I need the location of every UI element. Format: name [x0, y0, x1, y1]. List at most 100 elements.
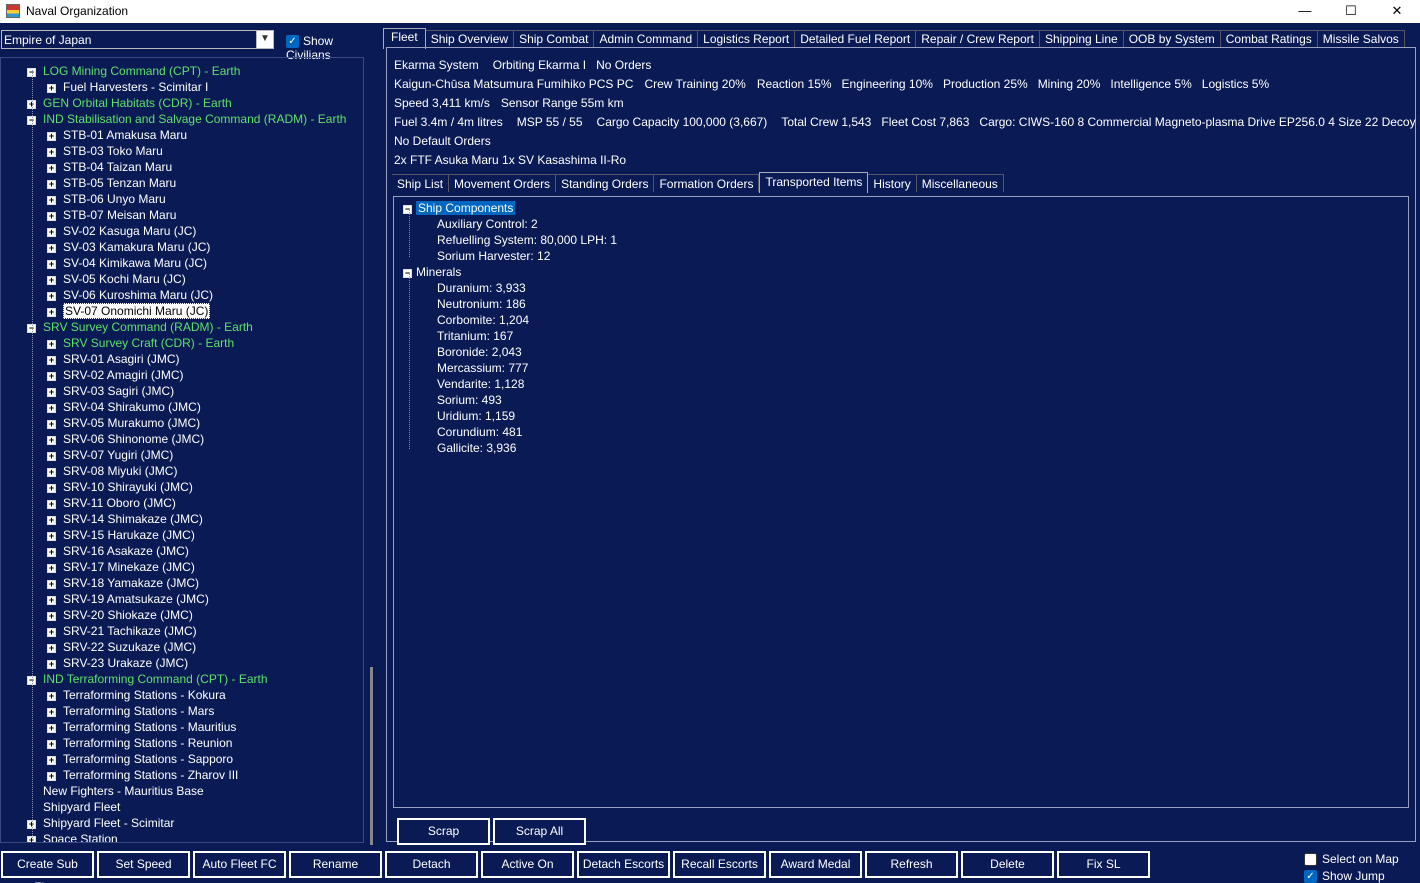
tab-ship-combat[interactable]: Ship Combat — [514, 30, 595, 48]
tree-node[interactable]: + SRV-06 Shinonome (JMC) — [47, 431, 204, 447]
expand-icon[interactable]: + — [47, 708, 56, 717]
tree-node[interactable]: + SRV-16 Asakaze (JMC) — [47, 543, 189, 559]
expand-icon[interactable]: + — [47, 516, 56, 525]
button-recall-escorts[interactable]: Recall Escorts — [673, 851, 766, 878]
tree-node[interactable]: + SRV-07 Yugiri (JMC) — [47, 447, 173, 463]
subtab-history[interactable]: History — [868, 174, 917, 192]
expand-icon[interactable]: + — [47, 292, 56, 301]
tree-node[interactable]: + SV-02 Kasuga Maru (JC) — [47, 223, 196, 239]
expand-icon[interactable]: + — [47, 356, 56, 365]
tree-node[interactable]: + SRV Survey Craft (CDR) - Earth — [47, 335, 234, 351]
checkbox-checked-icon[interactable]: ✓ — [1304, 870, 1317, 883]
subtab-ship-list[interactable]: Ship List — [392, 174, 450, 192]
expand-icon[interactable]: + — [47, 548, 56, 557]
tree-node[interactable]: + SRV-03 Sagiri (JMC) — [47, 383, 174, 399]
tree-node[interactable]: + SRV-04 Shirakumo (JMC) — [47, 399, 201, 415]
item-entry[interactable]: Vendarite: 1,128 — [437, 376, 524, 392]
tree-node[interactable]: + SV-04 Kimikawa Maru (JC) — [47, 255, 207, 271]
button-auto-fleet-fc[interactable]: Auto Fleet FC — [193, 851, 286, 878]
tree-node[interactable]: + SRV-10 Shirayuki (JMC) — [47, 479, 193, 495]
item-entry[interactable]: Corbomite: 1,204 — [437, 312, 529, 328]
tab-shipping-line[interactable]: Shipping Line — [1039, 30, 1124, 48]
button-detach-escorts[interactable]: Detach Escorts — [577, 851, 670, 878]
tree-node[interactable]: + Terraforming Stations - Reunion — [47, 735, 232, 751]
button-delete[interactable]: Delete — [961, 851, 1054, 878]
collapse-icon[interactable]: − — [403, 269, 412, 278]
expand-icon[interactable]: + — [47, 468, 56, 477]
tab-ship-overview[interactable]: Ship Overview — [425, 30, 515, 48]
show-jump-drives-checkbox[interactable]: ✓Show Jump Drives — [1304, 868, 1420, 883]
tab-admin-command[interactable]: Admin Command — [594, 30, 699, 48]
tab-missile-salvos[interactable]: Missile Salvos — [1317, 30, 1405, 48]
expand-icon[interactable]: + — [47, 452, 56, 461]
item-entry[interactable]: Auxiliary Control: 2 — [437, 216, 538, 232]
expand-icon[interactable]: + — [47, 148, 56, 157]
expand-icon[interactable]: + — [47, 164, 56, 173]
tree-node[interactable]: + SRV-15 Harukaze (JMC) — [47, 527, 195, 543]
scrollbar-thumb[interactable] — [370, 667, 373, 845]
tree-node[interactable]: + STB-03 Toko Maru — [47, 143, 163, 159]
tree-node[interactable]: + SRV-23 Urakaze (JMC) — [47, 655, 188, 671]
expand-icon[interactable]: + — [47, 308, 56, 317]
tree-node[interactable]: + Terraforming Stations - Mars — [47, 703, 214, 719]
tree-node[interactable]: + STB-04 Taizan Maru — [47, 159, 172, 175]
item-category[interactable]: − Minerals — [403, 264, 461, 280]
tree-node[interactable]: + STB-01 Amakusa Maru — [47, 127, 187, 143]
tab-logistics-report[interactable]: Logistics Report — [698, 30, 796, 48]
expand-icon[interactable]: + — [47, 228, 56, 237]
item-entry[interactable]: Uridium: 1,159 — [437, 408, 515, 424]
expand-icon[interactable]: + — [47, 740, 56, 749]
button-award-medal[interactable]: Award Medal — [769, 851, 862, 878]
tab-repair-crew-report[interactable]: Repair / Crew Report — [916, 30, 1040, 48]
expand-icon[interactable]: + — [47, 756, 56, 765]
expand-icon[interactable]: + — [47, 580, 56, 589]
expand-icon[interactable]: + — [47, 244, 56, 253]
expand-icon[interactable]: + — [47, 612, 56, 621]
tree-node[interactable]: + Terraforming Stations - Kokura — [47, 687, 226, 703]
expand-icon[interactable]: + — [47, 532, 56, 541]
subtab-transported-items[interactable]: Transported Items — [759, 172, 869, 193]
subtab-movement-orders[interactable]: Movement Orders — [449, 174, 557, 192]
transported-items-tree[interactable]: − Ship Components Auxiliary Control: 2 Refu… — [393, 196, 1409, 808]
checkbox-checked-icon[interactable]: ✓ — [286, 35, 299, 49]
expand-icon[interactable]: + — [47, 196, 56, 205]
tree-node[interactable]: + SRV-08 Miyuki (JMC) — [47, 463, 177, 479]
button-set-speed[interactable]: Set Speed — [97, 851, 190, 878]
collapse-icon[interactable]: − — [403, 205, 412, 214]
item-entry[interactable]: Neutronium: 186 — [437, 296, 526, 312]
tree-node[interactable]: − SRV Survey Command (RADM) - Earth — [27, 319, 253, 335]
tree-node[interactable]: + SRV-18 Yamakaze (JMC) — [47, 575, 199, 591]
tree-node[interactable]: − LOG Mining Command (CPT) - Earth — [27, 63, 240, 79]
tree-node[interactable]: New Fighters - Mauritius Base — [43, 783, 204, 799]
item-entry[interactable]: Corundium: 481 — [437, 424, 522, 440]
item-entry[interactable]: Tritanium: 167 — [437, 328, 513, 344]
expand-icon[interactable]: + — [47, 772, 56, 781]
tree-node[interactable]: + Shipyard Fleet - Scimitar — [27, 815, 174, 831]
button-active-on[interactable]: Active On — [481, 851, 574, 878]
tree-node[interactable]: + Fuel Harvesters - Scimitar I — [47, 79, 208, 95]
expand-icon[interactable]: + — [47, 420, 56, 429]
tree-node[interactable]: + STB-07 Meisan Maru — [47, 207, 176, 223]
expand-icon[interactable]: + — [47, 372, 56, 381]
chevron-down-icon[interactable]: ▼ — [256, 31, 273, 48]
tree-node[interactable]: + SV-05 Kochi Maru (JC) — [47, 271, 186, 287]
tree-node[interactable]: + SRV-11 Oboro (JMC) — [47, 495, 176, 511]
tree-node[interactable]: + SV-03 Kamakura Maru (JC) — [47, 239, 210, 255]
item-entry[interactable]: Sorium: 493 — [437, 392, 502, 408]
tree-node[interactable]: − IND Stabilisation and Salvage Command (… — [27, 111, 346, 127]
expand-icon[interactable]: + — [47, 260, 56, 269]
item-entry[interactable]: Refuelling System: 80,000 LPH: 1 — [437, 232, 617, 248]
expand-icon[interactable]: + — [47, 724, 56, 733]
expand-icon[interactable]: + — [47, 644, 56, 653]
expand-icon[interactable]: + — [47, 564, 56, 573]
tab-detailed-fuel-report[interactable]: Detailed Fuel Report — [795, 30, 917, 48]
button-fix-sl[interactable]: Fix SL — [1057, 851, 1150, 878]
expand-icon[interactable]: + — [47, 388, 56, 397]
empire-select[interactable]: Empire of Japan ▼ — [1, 30, 274, 49]
expand-icon[interactable]: + — [47, 660, 56, 669]
tree-node[interactable]: + SRV-05 Murakumo (JMC) — [47, 415, 200, 431]
expand-icon[interactable]: + — [47, 628, 56, 637]
expand-icon[interactable]: + — [47, 596, 56, 605]
expand-icon[interactable]: + — [47, 132, 56, 141]
tree-node[interactable]: + SRV-22 Suzukaze (JMC) — [47, 639, 196, 655]
